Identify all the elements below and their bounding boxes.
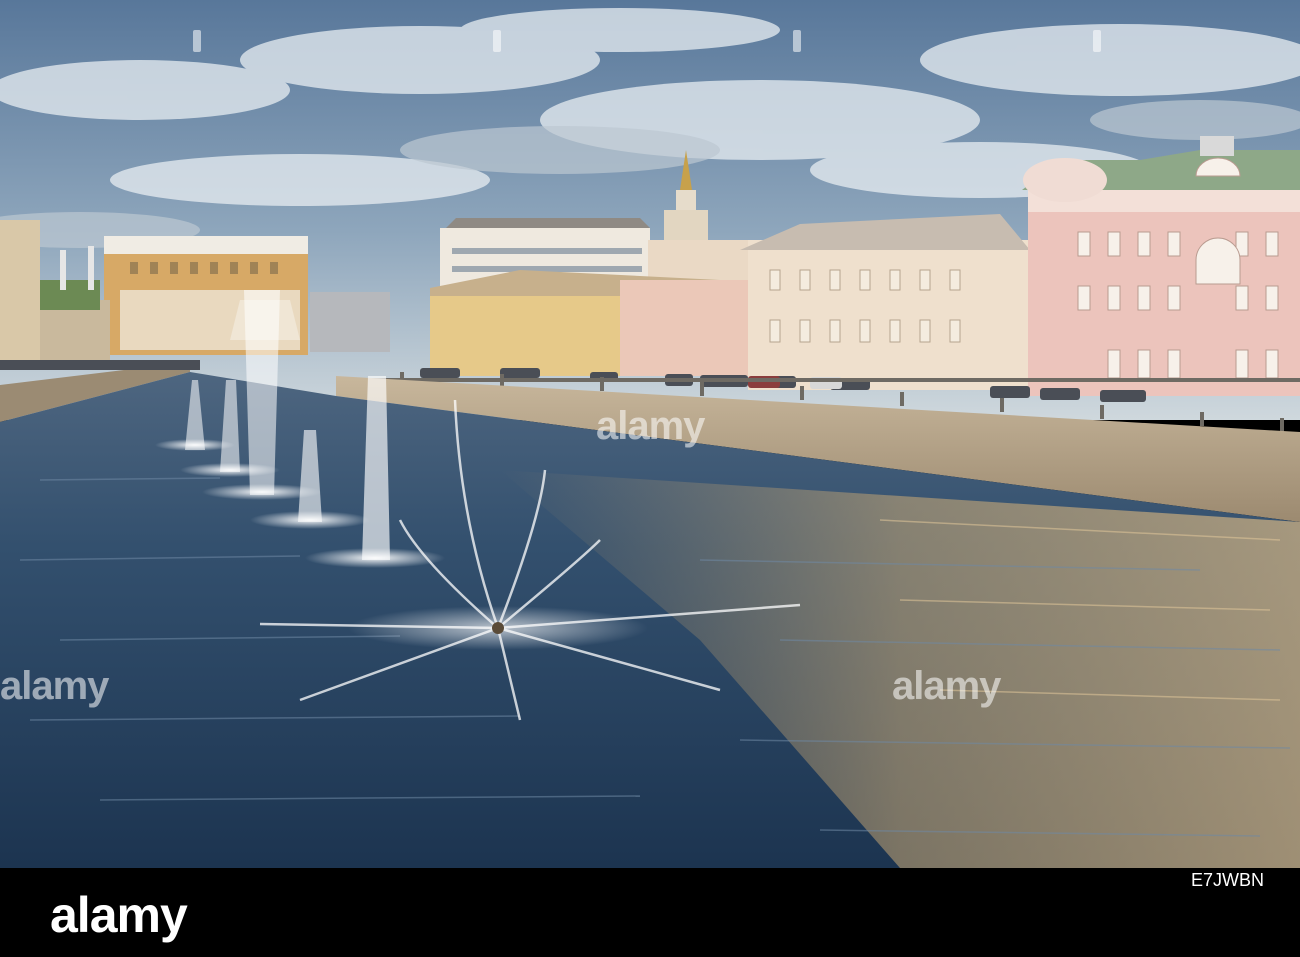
brand-logo: alamy: [50, 887, 188, 943]
watermark-tick: [193, 30, 201, 52]
river-scene-illustration: [0, 0, 1300, 868]
watermark-tick: [493, 30, 501, 52]
image-id-label: E7JWBN: [1190, 870, 1264, 890]
watermark-tick: [793, 30, 801, 52]
watermark-tick: [1093, 30, 1101, 52]
photo: alamy alamy alamy: [0, 0, 1300, 868]
stock-footer-bar: alamy E7JWBN: [0, 868, 1300, 957]
